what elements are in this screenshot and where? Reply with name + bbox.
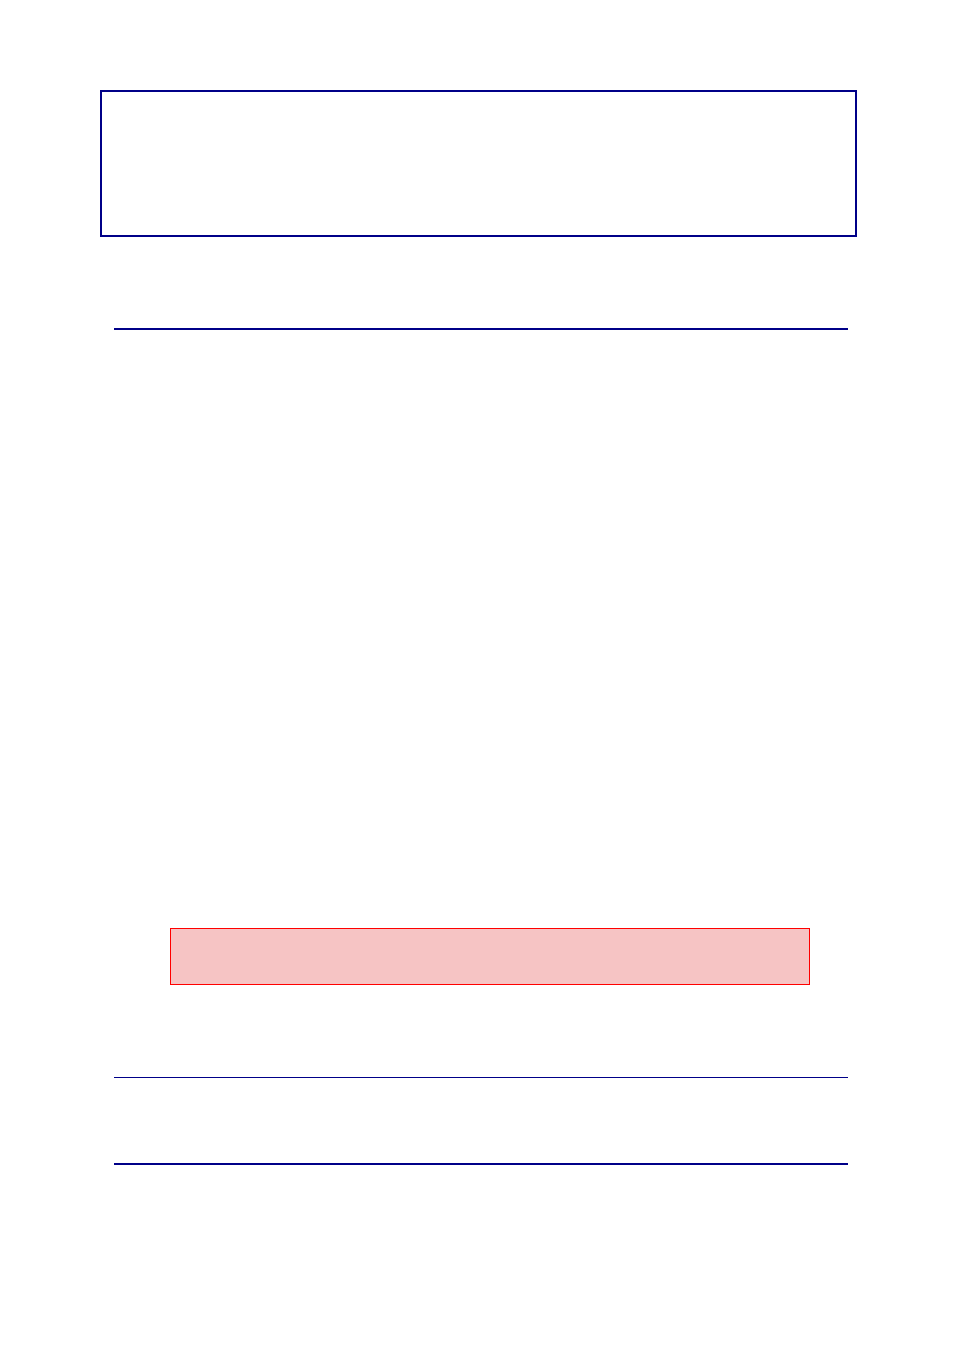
divider-line-3 <box>114 1163 848 1165</box>
divider-line-2 <box>114 1077 848 1078</box>
highlight-box <box>170 928 810 985</box>
divider-line-1 <box>114 328 848 330</box>
bordered-box <box>100 90 857 237</box>
